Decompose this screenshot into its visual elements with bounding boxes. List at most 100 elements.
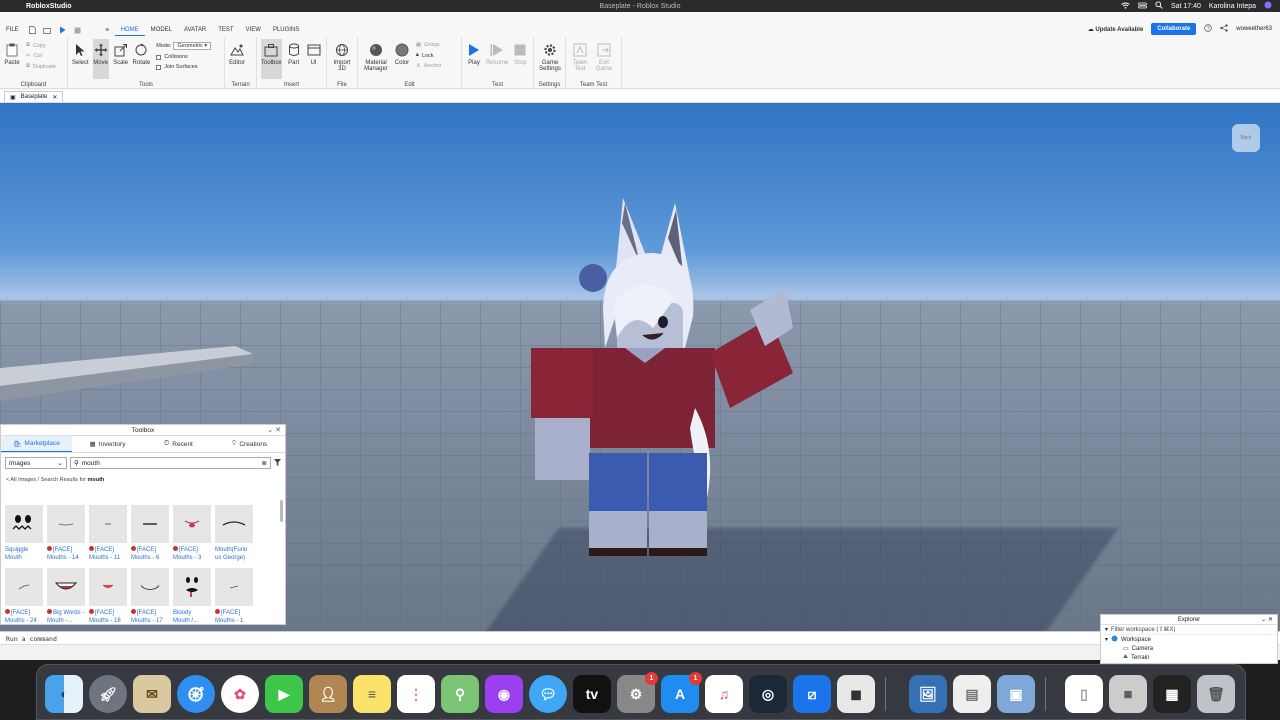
tab-model[interactable]: MODEL [145, 27, 178, 33]
tab-creations[interactable]: 💡︎ Creations [214, 436, 285, 452]
toolbox-item[interactable]: Squiggle Mouth [5, 505, 43, 562]
exit-game-button[interactable]: Exit Game [594, 39, 614, 79]
back-button[interactable]: Back [1232, 124, 1260, 152]
toolbox-item[interactable]: Mouth(Furio us George) [215, 505, 253, 562]
toolbox-item[interactable]: [FACE] Mouths - 3 [173, 505, 211, 562]
quick-play-icon[interactable] [58, 26, 67, 35]
tab-view[interactable]: VIEW [240, 27, 267, 33]
app-store-icon[interactable]: A1 [661, 672, 702, 713]
filter-icon[interactable] [274, 458, 281, 468]
paste-button[interactable]: Paste [4, 39, 20, 79]
join-surfaces-toggle[interactable]: Join Surfaces [156, 64, 211, 70]
category-dropdown[interactable]: Images ⌄ [5, 457, 67, 469]
update-available[interactable]: ☁ Update Available [1088, 26, 1144, 33]
import-3d-button[interactable]: Import 3D [331, 39, 353, 79]
toolbox-item[interactable]: [FACE] Mouths - 11 [89, 505, 127, 562]
game-settings-button[interactable]: Game Settings [538, 39, 562, 79]
toolbox-item[interactable]: Bloody Mouth /... [173, 568, 211, 625]
collaborate-button[interactable]: Collaborate [1151, 23, 1197, 35]
roblox-studio-icon[interactable]: ⧄ [793, 675, 831, 713]
join-surfaces-checkbox[interactable] [156, 64, 162, 70]
maps-icon[interactable]: ⚲ [441, 675, 479, 713]
play-button[interactable]: Play [466, 39, 482, 79]
toolbox-item[interactable]: [FACE] Mouths - 1 [215, 568, 253, 625]
screenshot-stack-icon[interactable]: ▦ [1109, 675, 1147, 713]
toolbox-button[interactable]: Toolbox [261, 39, 282, 79]
clear-search-icon[interactable]: ⊗ [262, 459, 267, 467]
avatar-character[interactable] [525, 198, 800, 558]
toolbox-item[interactable]: [FACE] Mouths - 24 [5, 568, 43, 625]
gray-block[interactable] [0, 346, 255, 401]
material-manager-button[interactable]: Material Manager [362, 39, 390, 79]
copy-button[interactable]: ⧉ Copy [26, 42, 56, 49]
team-test-button[interactable]: Team Test [570, 39, 590, 79]
notes-icon[interactable]: ≡ [353, 675, 391, 713]
doc-tab-baseplate[interactable]: ▣ Baseplate ✕ [4, 91, 64, 102]
tab-test[interactable]: TEST [212, 27, 239, 33]
tab-marketplace[interactable]: 🛍︎ Marketplace [1, 436, 72, 452]
resume-button[interactable]: Resume [486, 39, 508, 79]
tree-item-camera[interactable]: ▭ Camera [1101, 644, 1277, 653]
finder-icon[interactable]: ◐ [45, 675, 83, 713]
explorer-filter[interactable]: ▾ Filter workspace (⇧⌘X) [1101, 625, 1277, 635]
duplicate-button[interactable]: ⧉ Duplicate [26, 63, 56, 70]
control-center-icon[interactable] [1138, 2, 1147, 11]
select-button[interactable]: Select [72, 39, 89, 79]
contacts-icon[interactable]: 👤︎ [309, 675, 347, 713]
tab-home[interactable]: HOME [114, 24, 145, 36]
collapse-icon[interactable]: ⌄ [267, 427, 273, 434]
undo-icon[interactable] [88, 26, 97, 35]
system-preferences-icon[interactable]: ⚙ 1 [617, 672, 658, 713]
siri-icon[interactable] [1264, 1, 1272, 11]
preview-icon[interactable]: 🖼︎ [909, 675, 947, 713]
new-file-icon[interactable] [28, 26, 37, 35]
image-viewer-icon[interactable]: ▣ [997, 675, 1035, 713]
color-button[interactable]: Color [394, 39, 410, 79]
toolbox-item[interactable]: Big Words - Mouth -... [47, 568, 85, 625]
toolbox-item[interactable]: [FACE] Mouths - 6 [131, 505, 169, 562]
username[interactable]: woweether63 [1236, 26, 1272, 32]
file-stack-icon[interactable]: ▯ [1065, 675, 1103, 713]
facetime-icon[interactable]: ▶︎ [265, 675, 303, 713]
collisions-checkbox[interactable] [156, 54, 162, 60]
redo-icon[interactable]: ≡ [103, 26, 112, 35]
cut-button[interactable]: ✂ Cut [26, 53, 56, 59]
downloads-stack-icon[interactable]: ▦ [1153, 675, 1191, 713]
menubar-clock[interactable]: Sat 17:40 [1171, 3, 1201, 10]
lock-button[interactable]: 🔒︎ Lock [416, 52, 441, 59]
mode-dropdown[interactable]: Geometric ▾ [173, 42, 212, 50]
toolbox-scrollbar[interactable] [280, 500, 283, 522]
close-icon[interactable]: ✕ [1268, 617, 1273, 623]
open-file-icon[interactable] [43, 26, 52, 35]
ui-button[interactable]: UI [306, 39, 322, 79]
rotate-button[interactable]: Rotate [133, 39, 150, 79]
roblox-player-icon[interactable]: ◼ [837, 675, 875, 713]
toolbox-item[interactable]: [FACE] Mouths - 18 [89, 568, 127, 625]
anchor-button[interactable]: ⚓︎ Anchor [416, 63, 441, 69]
tab-avatar[interactable]: AVATAR [178, 27, 212, 33]
move-button[interactable]: Move [92, 39, 109, 79]
document-icon[interactable]: ▤ [953, 675, 991, 713]
spotlight-icon[interactable] [1155, 1, 1163, 11]
podcasts-icon[interactable]: ◉ [485, 675, 523, 713]
mail-stamp-icon[interactable]: ✉ [133, 675, 171, 713]
steam-icon[interactable]: ◎ [749, 675, 787, 713]
toolbox-item[interactable]: [FACE] Mouths - 17 [131, 568, 169, 625]
close-tab-icon[interactable]: ✕ [52, 94, 57, 101]
mode-selector[interactable]: Mode: Geometric ▾ [156, 42, 212, 50]
toolbox-item[interactable]: [FACE] Mouths - 14 [47, 505, 85, 562]
tab-inventory[interactable]: ▦ Inventory [72, 436, 143, 452]
collapse-icon[interactable]: ⌄ [1261, 617, 1266, 623]
terrain-editor-button[interactable]: Editor [229, 39, 245, 79]
toolbox-breadcrumb[interactable]: < All Images / Search Results for mouth [1, 473, 285, 487]
tree-item-workspace[interactable]: ▾ Workspace [1101, 635, 1277, 644]
app-menu-name[interactable]: RobloxStudio [26, 3, 72, 10]
tab-file[interactable]: FILE [0, 27, 25, 33]
toolbox-search-input[interactable]: ⚲ mouth ⊗ [70, 457, 271, 469]
apple-tv-icon[interactable]: tv [573, 675, 611, 713]
wifi-icon[interactable] [1121, 2, 1130, 11]
safari-compass-icon[interactable]: 🧭︎ [177, 675, 215, 713]
trash-icon[interactable]: 🗑︎ [1197, 675, 1235, 713]
tree-item-terrain[interactable]: ⛰︎ Terrain [1101, 653, 1277, 662]
part-button[interactable]: Part [286, 39, 302, 79]
